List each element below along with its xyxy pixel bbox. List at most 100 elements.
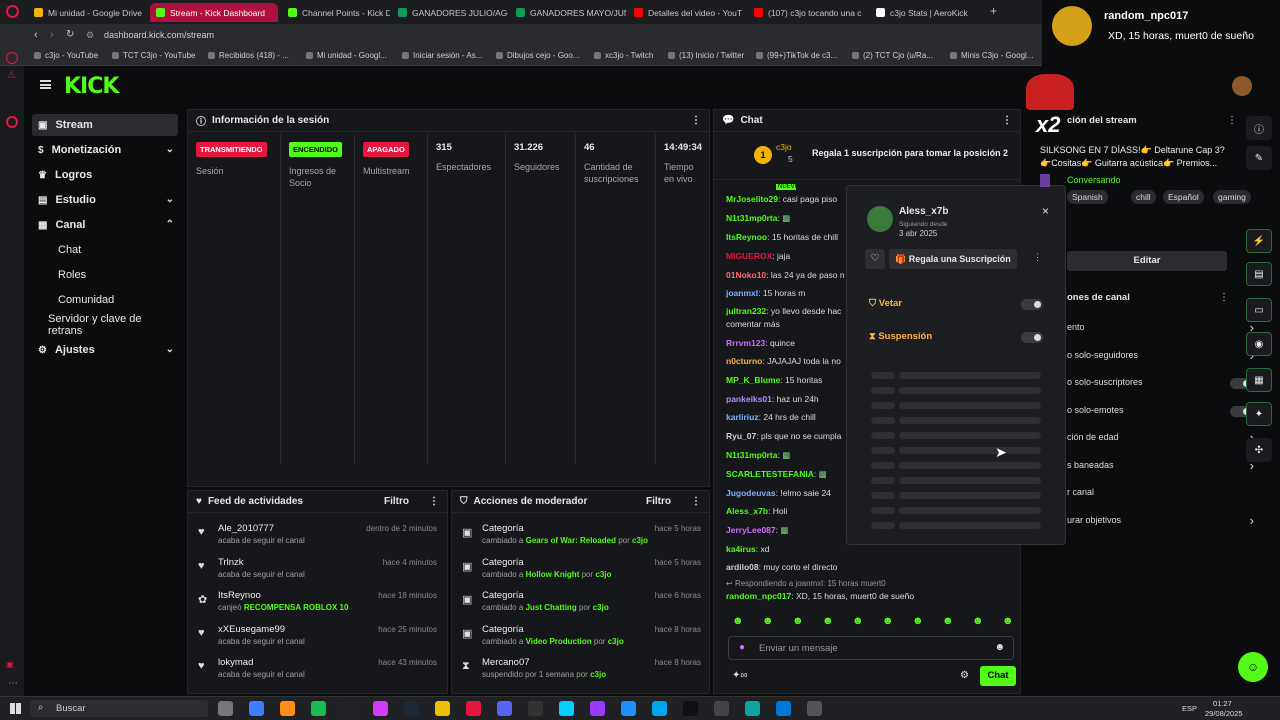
channel-option-row[interactable]: o solo-seguidores› <box>1067 348 1254 366</box>
timeout-row[interactable]: ⧗ Suspensión <box>869 331 932 342</box>
bookmark-item[interactable]: TCT C3jo - YouTube <box>112 51 195 60</box>
chat-username[interactable]: ardilo08 <box>726 562 759 572</box>
taskbar-app-icon[interactable] <box>497 701 512 716</box>
nav-item[interactable]: Roles <box>32 264 178 286</box>
mod-action-row[interactable]: ▣ Categoría cambiado a Video Production po… <box>462 624 707 656</box>
category-name[interactable]: Conversando <box>1067 175 1121 185</box>
activity-row[interactable]: ♥ lokymad acaba de seguir el canal hace 43 … <box>198 657 443 689</box>
chat-username[interactable]: karliriuz <box>726 412 759 422</box>
send-chat-button[interactable]: Chat <box>980 666 1016 686</box>
chat-settings-icon[interactable]: ⚙ <box>960 670 969 681</box>
edit-icon[interactable]: ✎ <box>1246 146 1272 170</box>
mod-action-by[interactable]: c3jo <box>590 670 606 679</box>
chat-username[interactable]: Aless_x7b <box>726 506 768 516</box>
activity-row[interactable]: ♥ Ale_2010777 acaba de seguir el canal dent… <box>198 523 443 555</box>
chat-username[interactable]: ka4irus <box>726 544 756 554</box>
chat-bubble-icon[interactable]: ▭ <box>1246 298 1272 322</box>
chat-menu-icon[interactable]: ⋮ <box>1002 115 1012 126</box>
bookmark-item[interactable]: Mi unidad - Googl... <box>306 51 387 60</box>
chat-username[interactable]: jultran232 <box>726 306 766 316</box>
taskbar-app-icon[interactable] <box>466 701 481 716</box>
chat-username[interactable]: MP_K_Blume <box>726 375 780 385</box>
activity-user[interactable]: xXEusegame99 <box>218 624 285 635</box>
mod-action-category[interactable]: Hollow Knight <box>526 570 580 579</box>
taskbar-app-icon[interactable] <box>776 701 791 716</box>
mod-action-by[interactable]: c3jo <box>593 603 609 612</box>
wrench-icon[interactable]: ✦ <box>1246 402 1272 426</box>
activity-user[interactable]: Trlnzk <box>218 557 244 568</box>
activity-menu-icon[interactable]: ⋮ <box>429 496 439 507</box>
chat-username[interactable]: joanmxl <box>726 288 758 298</box>
chat-username[interactable]: n0cturno <box>726 356 762 366</box>
channel-option-row[interactable]: o solo-emotes <box>1067 405 1252 421</box>
nav-item[interactable]: Servidor y clave de retrans <box>32 313 178 337</box>
kick-logo[interactable]: KICK <box>64 74 119 99</box>
chat-username[interactable]: Rrrvm123 <box>726 338 765 348</box>
nav-item[interactable]: $ Monetización ⌄ <box>32 139 178 161</box>
emote-icon[interactable]: ☻ <box>972 615 984 627</box>
channel-option-row[interactable]: urar objetivos › <box>1067 513 1254 531</box>
nav-item[interactable]: Chat <box>32 239 178 261</box>
nav-item[interactable]: ♛ Logros <box>32 164 178 186</box>
mod-action-by[interactable]: c3jo <box>608 637 624 646</box>
bookmark-item[interactable]: xc3jo - Twitch <box>594 51 653 60</box>
stream-tag[interactable]: chill <box>1131 190 1156 204</box>
chat-username[interactable]: ItsReynoo <box>726 232 767 242</box>
emote-icon[interactable]: ☻ <box>912 615 924 627</box>
stream-info-menu-icon[interactable]: ⋮ <box>1227 115 1237 126</box>
nav-item[interactable]: ▦ Canal ⌃ <box>32 214 178 236</box>
chat-username[interactable]: pankeiks01 <box>726 394 772 404</box>
mod-action-category[interactable]: Just Chatting <box>526 603 577 612</box>
bookmark-item[interactable]: (2) TCT Cjo (u/Ra... <box>852 51 933 60</box>
browser-tab[interactable]: GANADORES JULIO/AGO <box>392 3 508 22</box>
taskbar-app-icon[interactable] <box>373 701 388 716</box>
emote-icon[interactable]: ☻ <box>1002 615 1014 627</box>
bookmark-item[interactable]: (13) Inicio / Twitter <box>668 51 744 60</box>
site-info-icon[interactable]: ⚙ <box>86 30 94 41</box>
windows-start-icon[interactable] <box>10 703 21 714</box>
ban-row[interactable]: ⛉ Vetar <box>869 298 902 309</box>
share-icon[interactable]: ✣ <box>1246 438 1272 462</box>
nav-item[interactable]: ▤ Estudio ⌄ <box>32 189 178 211</box>
taskbar-app-icon[interactable] <box>218 701 233 716</box>
chat-input[interactable]: ● Enviar un mensaje ☻ <box>728 636 1014 660</box>
forward-icon[interactable]: › <box>50 29 54 41</box>
taskbar-app-icon[interactable] <box>311 701 326 716</box>
activity-row[interactable]: ♥ xXEusegame99 acaba de seguir el canal hac… <box>198 624 443 656</box>
chevron-down-icon[interactable]: ⌄ <box>166 144 174 155</box>
taskbar-app-icon[interactable] <box>342 701 357 716</box>
bolt-icon[interactable]: ⚡ <box>1246 229 1272 253</box>
chevron-up-icon[interactable]: ⌃ <box>166 219 174 230</box>
taskbar-app-icon[interactable] <box>249 701 264 716</box>
mod-filter-button[interactable]: Filtro <box>646 496 671 507</box>
chat-username[interactable]: JerryLee087 <box>726 525 776 535</box>
more-icon[interactable]: ⋯ <box>8 678 18 689</box>
activity-row[interactable]: ♥ Trlnzk acaba de seguir el canal hace 4 mi… <box>198 557 443 589</box>
opera-icon[interactable] <box>6 5 19 18</box>
last-user[interactable]: random_npc017 <box>726 591 791 601</box>
gift-sub-button[interactable]: 🎁 Regala una Suscripción <box>889 249 1017 269</box>
pinned-gift-bar[interactable]: 1 c3jo 5 Regala 1 suscripción para tomar… <box>714 134 1020 180</box>
emote-icon[interactable]: ☻ <box>732 615 744 627</box>
hamburger-menu-icon[interactable] <box>40 80 51 89</box>
mod-action-row[interactable]: ⧗ Mercano07 suspendido por 1 semana por c3… <box>462 657 707 689</box>
emote-icon[interactable]: ☻ <box>852 615 864 627</box>
taskbar-app-icon[interactable] <box>404 701 419 716</box>
chat-username[interactable]: 01Noko10 <box>726 270 766 280</box>
browser-tab[interactable]: Detalles del video - YouT <box>628 3 746 22</box>
bookmark-item[interactable]: (99+)TikTok de c3... <box>756 51 837 60</box>
alert-icon[interactable]: ⚠ <box>7 70 16 81</box>
taskbar-app-icon[interactable] <box>714 701 729 716</box>
channel-option-row[interactable]: o solo-suscriptores <box>1067 377 1252 393</box>
channel-option-row[interactable]: s baneadas › <box>1067 458 1254 476</box>
session-menu-icon[interactable]: ⋮ <box>691 115 701 126</box>
nav-item[interactable]: ⚙ Ajustes ⌄ <box>32 339 178 361</box>
channel-opts-menu-icon[interactable]: ⋮ <box>1219 292 1229 303</box>
edit-stream-button[interactable]: Editar <box>1067 251 1227 271</box>
messenger-icon[interactable] <box>6 52 18 64</box>
bookmark-item[interactable]: Iniciar sesión - As... <box>402 51 482 60</box>
activity-user[interactable]: Ale_2010777 <box>218 523 274 534</box>
chevron-down-icon[interactable]: ⌄ <box>166 194 174 205</box>
taskbar-app-icon[interactable] <box>652 701 667 716</box>
taskbar-app-icon[interactable] <box>280 701 295 716</box>
